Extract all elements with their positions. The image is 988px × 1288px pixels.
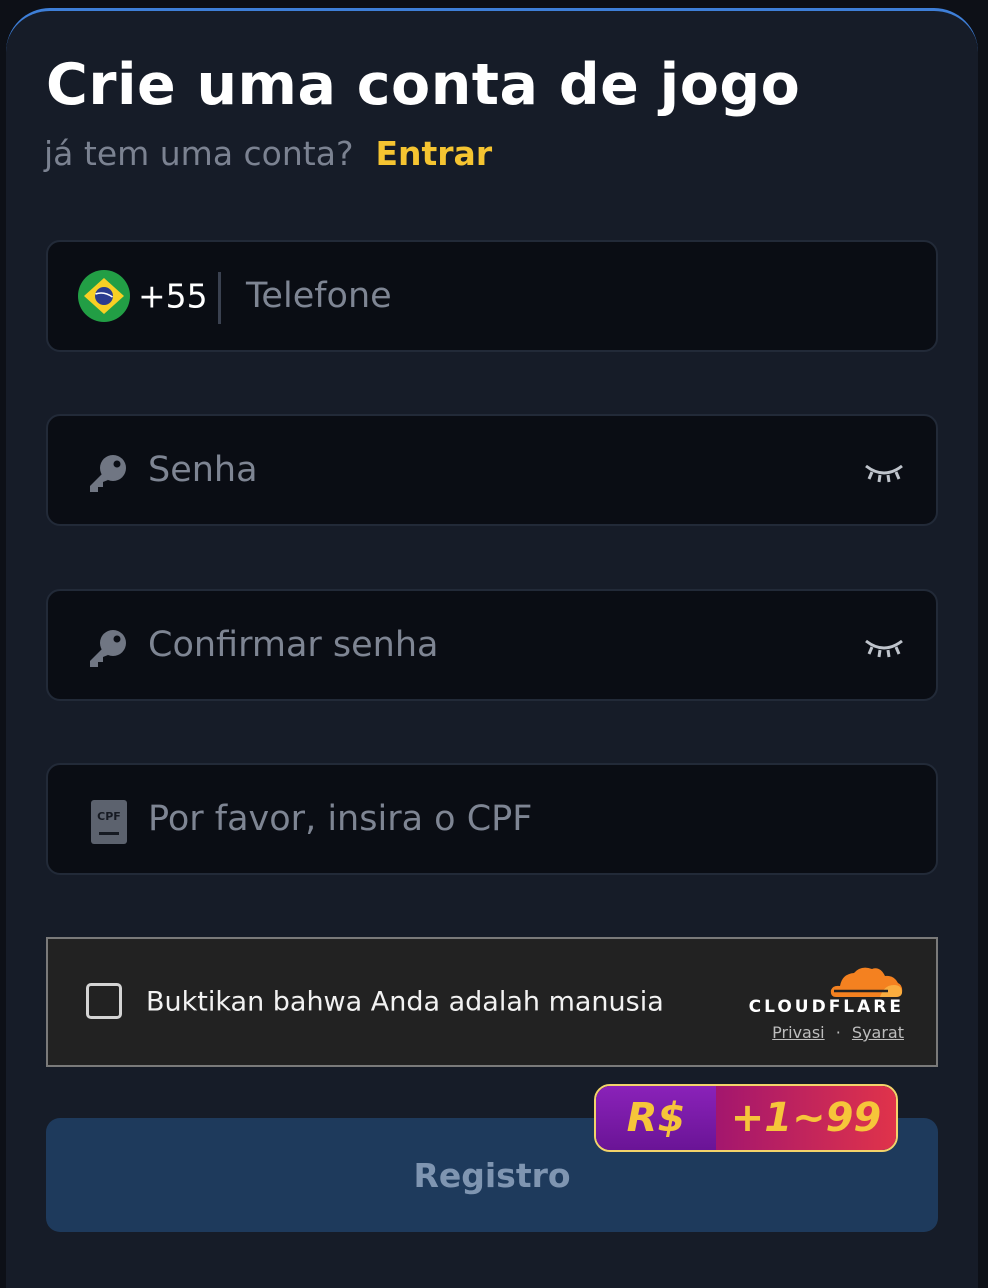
confirm-password-input[interactable]: Confirmar senha xyxy=(148,625,439,665)
phone-field[interactable]: +55 Telefone xyxy=(46,240,938,352)
captcha-label: Buktikan bahwa Anda adalah manusia xyxy=(146,986,664,1018)
brazil-flag-icon[interactable] xyxy=(78,270,130,322)
key-icon xyxy=(90,630,126,667)
country-code[interactable]: +55 xyxy=(138,277,208,316)
confirm-password-field[interactable]: Confirmar senha xyxy=(46,589,938,701)
key-icon xyxy=(90,455,126,492)
bonus-range: +1~99 xyxy=(716,1086,896,1150)
captcha-links: Privasi · Syarat xyxy=(772,1023,904,1042)
terms-link[interactable]: Syarat xyxy=(852,1023,904,1042)
bonus-badge: R$ +1~99 xyxy=(594,1084,898,1152)
eye-closed-icon[interactable] xyxy=(864,460,904,484)
divider xyxy=(218,272,221,324)
password-field[interactable]: Senha xyxy=(46,414,938,526)
eye-closed-icon[interactable] xyxy=(864,635,904,659)
login-prompt-text: já tem uma conta? xyxy=(44,134,354,173)
password-input[interactable]: Senha xyxy=(148,450,258,490)
cloudflare-brand: CLOUDFLARE xyxy=(748,997,904,1017)
cpf-field[interactable]: CPF Por favor, insira o CPF xyxy=(46,763,938,875)
cloudflare-logo-icon xyxy=(830,967,903,997)
captcha-checkbox[interactable] xyxy=(86,983,122,1019)
privacy-link[interactable]: Privasi xyxy=(772,1023,824,1042)
bonus-currency: R$ xyxy=(596,1086,716,1150)
cpf-input[interactable]: Por favor, insira o CPF xyxy=(148,799,532,839)
cpf-icon-text: CPF xyxy=(97,810,121,823)
captcha-widget: Buktikan bahwa Anda adalah manusia CLOUD… xyxy=(46,937,938,1067)
page-title: Crie uma conta de jogo xyxy=(46,52,801,118)
login-link[interactable]: Entrar xyxy=(375,134,492,173)
login-prompt: já tem uma conta? Entrar xyxy=(44,134,492,173)
phone-input[interactable]: Telefone xyxy=(246,276,392,316)
cpf-card-icon: CPF xyxy=(91,800,127,844)
link-separator: · xyxy=(835,1023,841,1042)
